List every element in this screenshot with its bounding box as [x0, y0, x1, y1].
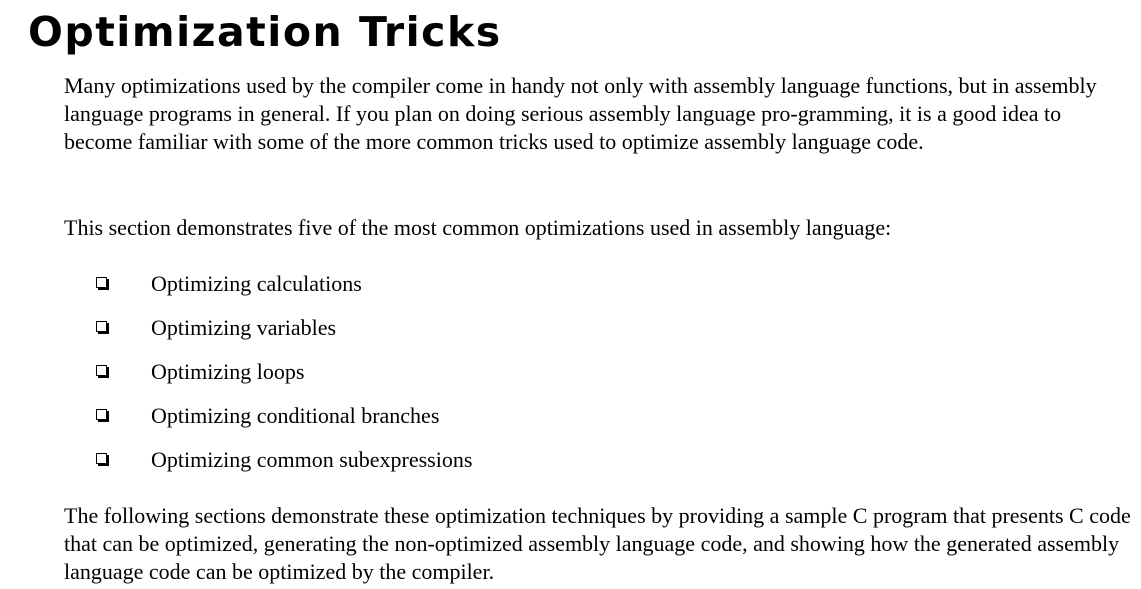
document-page: Optimization Tricks Many optimizations u… — [0, 0, 1141, 589]
section-heading: Optimization Tricks — [28, 8, 502, 56]
intro-paragraph: Many optimizations used by the compiler … — [64, 73, 1097, 154]
list-item-label: Optimizing variables — [151, 315, 337, 340]
list-item-label: Optimizing loops — [151, 359, 305, 384]
list-item-label: Optimizing calculations — [151, 271, 362, 296]
list-item-label: Optimizing conditional branches — [151, 403, 440, 428]
checkbox-icon — [96, 365, 107, 376]
checkbox-icon — [96, 453, 107, 464]
list-intro-paragraph: This section demonstrates five of the mo… — [64, 215, 892, 240]
list-item-label: Optimizing common subexpressions — [151, 447, 473, 472]
checkbox-icon — [96, 277, 107, 288]
checkbox-icon — [96, 321, 107, 332]
checkbox-icon — [96, 409, 107, 420]
closing-paragraph: The following sections demonstrate these… — [64, 503, 1131, 584]
